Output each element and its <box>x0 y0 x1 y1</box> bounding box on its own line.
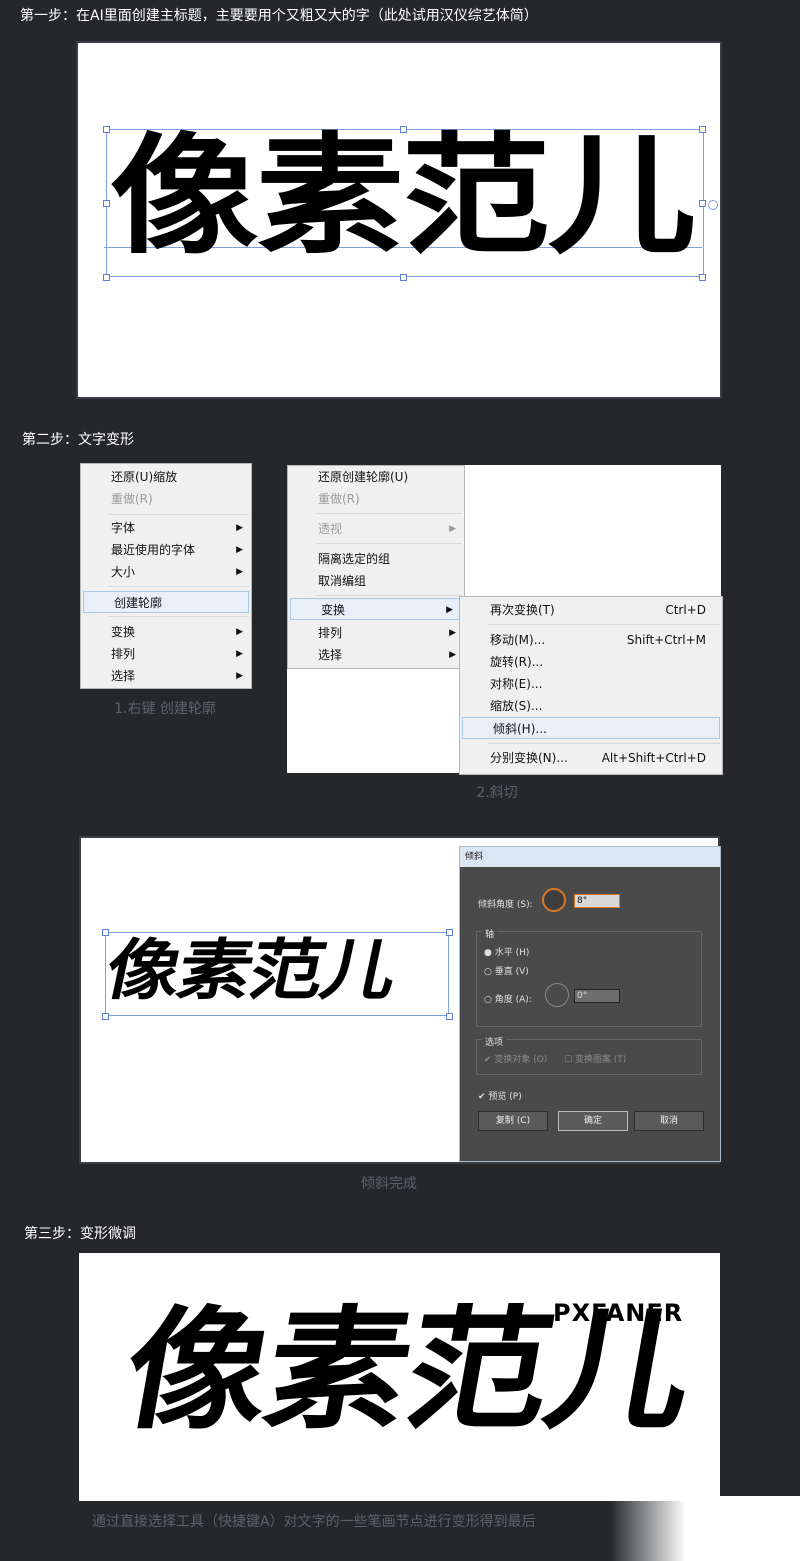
selection-handle[interactable] <box>446 929 453 936</box>
selection-handle[interactable] <box>102 1013 109 1020</box>
menu-item-create-outlines[interactable]: 创建轮廓 <box>83 591 249 613</box>
dialog-title: 倾斜 <box>460 847 720 867</box>
menu-item-select[interactable]: 选择 ▶ <box>81 665 251 687</box>
step2-heading: 第二步：文字变形 <box>22 432 134 448</box>
chevron-right-icon: ▶ <box>236 545 243 555</box>
shear-angle-input[interactable]: 8° <box>574 894 620 908</box>
chevron-right-icon: ▶ <box>236 523 243 533</box>
selection-handle[interactable] <box>400 274 407 281</box>
context-menu-1: 还原(U)缩放 重做(R) 字体 ▶ 最近使用的字体 ▶ 大小 ▶ 创建轮廓 变换 ▶ … <box>80 463 252 689</box>
submenu-item-transform-each[interactable]: 分别变换(N)... Alt+Shift+Ctrl+D <box>460 747 722 769</box>
selection-handle[interactable] <box>103 126 110 133</box>
checkbox-transform-objects[interactable]: ✔ 变换对象 (O) <box>484 1052 547 1065</box>
menu-separator <box>109 616 249 617</box>
cancel-button[interactable]: 取消 <box>634 1111 704 1131</box>
menu-item-undo-outlines[interactable]: 还原创建轮廓(U) <box>288 466 464 488</box>
title-text-sheared: 像素范儿 <box>98 932 403 1009</box>
caption-final: 通过直接选择工具（快捷键A）对文字的一些笔画节点进行变形得到最后 <box>92 1514 536 1530</box>
menu-separator <box>488 624 720 625</box>
options-label: 选项 <box>482 1035 507 1048</box>
shear-artboard: 像素范儿 倾斜 倾斜角度 (S): 8° 轴 ● 水平 (H) ○ 垂直 (V)… <box>79 836 721 1164</box>
checkbox-transform-patterns[interactable]: ☐ 变换图案 (T) <box>564 1052 626 1065</box>
submenu-item-reflect[interactable]: 对称(E)... <box>460 673 722 695</box>
selection-handle[interactable] <box>102 929 109 936</box>
transform-submenu: 再次变换(T) Ctrl+D 移动(M)... Shift+Ctrl+M 旋转(R)… <box>459 596 723 775</box>
menu-separator <box>316 513 462 514</box>
menu-item-arrange[interactable]: 排列 ▶ <box>288 622 464 644</box>
submenu-item-rotate[interactable]: 旋转(R)... <box>460 651 722 673</box>
rotation-handle[interactable] <box>708 200 718 210</box>
menu-separator <box>316 595 462 596</box>
menu-item-arrange[interactable]: 排列 ▶ <box>81 643 251 665</box>
radio-horizontal[interactable]: ● 水平 (H) <box>484 945 529 958</box>
menu-item-transform[interactable]: 变换 ▶ <box>290 598 462 620</box>
menu-item-recent-fonts[interactable]: 最近使用的字体 ▶ <box>81 539 251 561</box>
selection-handle[interactable] <box>699 126 706 133</box>
copy-button[interactable]: 复制 (C) <box>478 1111 548 1131</box>
menu-item-isolate-group[interactable]: 隔离选定的组 <box>288 548 464 570</box>
selection-handle[interactable] <box>103 274 110 281</box>
submenu-item-scale[interactable]: 缩放(S)... <box>460 695 722 717</box>
shear-dialog: 倾斜 倾斜角度 (S): 8° 轴 ● 水平 (H) ○ 垂直 (V) ○ 角度… <box>459 846 721 1162</box>
chevron-right-icon: ▶ <box>446 605 453 615</box>
menu-item-font[interactable]: 字体 ▶ <box>81 517 251 539</box>
menu-separator <box>316 543 462 544</box>
chevron-right-icon: ▶ <box>449 628 456 638</box>
ok-button[interactable]: 确定 <box>558 1111 628 1131</box>
chevron-right-icon: ▶ <box>236 567 243 577</box>
angle-dial[interactable] <box>542 888 566 912</box>
step3-heading: 第三步：变形微调 <box>24 1226 136 1242</box>
caption-2: 2.斜切 <box>476 785 518 801</box>
title-text-original: 像素范儿 <box>110 120 696 272</box>
chevron-right-icon: ▶ <box>236 649 243 659</box>
axis-angle-dial[interactable] <box>545 983 569 1007</box>
selection-handle[interactable] <box>103 200 110 207</box>
selection-handle[interactable] <box>699 200 706 207</box>
menu-item-undo-scale[interactable]: 还原(U)缩放 <box>81 466 251 488</box>
menu-item-redo[interactable]: 重做(R) <box>288 488 464 510</box>
menu2-backdrop: 还原创建轮廓(U) 重做(R) 透视 ▶ 隔离选定的组 取消编组 变换 ▶ 排列 ▶ … <box>287 465 723 775</box>
step1-artboard: 像素范儿 <box>76 41 722 399</box>
shear-angle-label: 倾斜角度 (S): <box>478 900 533 910</box>
axis-label: 轴 <box>482 927 498 940</box>
final-artwork: 像素范儿 PXFANER <box>79 1253 720 1501</box>
caption-3: 倾斜完成 <box>361 1176 417 1192</box>
chevron-right-icon: ▶ <box>236 627 243 637</box>
selection-handle[interactable] <box>699 274 706 281</box>
axis-angle-input[interactable]: 0° <box>574 989 620 1003</box>
submenu-item-move[interactable]: 移动(M)... Shift+Ctrl+M <box>460 629 722 651</box>
menu-item-redo[interactable]: 重做(R) <box>81 488 251 510</box>
submenu-item-transform-again[interactable]: 再次变换(T) Ctrl+D <box>460 599 722 621</box>
radio-angle[interactable]: ○ 角度 (A): <box>484 992 532 1005</box>
menu-separator <box>109 514 249 515</box>
menu-item-perspective[interactable]: 透视 ▶ <box>288 518 464 540</box>
step1-heading: 第一步：在AI里面创建主标题，主要要用个又粗又大的字（此处试用汉仪综艺体简） <box>20 8 538 24</box>
brand-text: PXFANER <box>553 1299 684 1327</box>
radio-vertical[interactable]: ○ 垂直 (V) <box>484 964 529 977</box>
menu-separator <box>109 586 249 587</box>
menu-item-transform[interactable]: 变换 ▶ <box>81 621 251 643</box>
selection-handle[interactable] <box>446 1013 453 1020</box>
chevron-right-icon: ▶ <box>236 671 243 681</box>
chevron-right-icon: ▶ <box>449 524 456 534</box>
submenu-item-shear[interactable]: 倾斜(H)... <box>462 717 720 739</box>
menu-item-size[interactable]: 大小 ▶ <box>81 561 251 583</box>
context-menu-2: 还原创建轮廓(U) 重做(R) 透视 ▶ 隔离选定的组 取消编组 变换 ▶ 排列 ▶ … <box>287 465 465 669</box>
menu-item-select[interactable]: 选择 ▶ <box>288 644 464 666</box>
chevron-right-icon: ▶ <box>449 650 456 660</box>
caption-1: 1.右键 创建轮廓 <box>114 701 216 717</box>
checkbox-preview[interactable]: ✔ 预览 (P) <box>478 1089 522 1102</box>
watermark-fade <box>610 1496 800 1561</box>
menu-item-ungroup[interactable]: 取消编组 <box>288 570 464 592</box>
menu-separator <box>488 743 720 744</box>
